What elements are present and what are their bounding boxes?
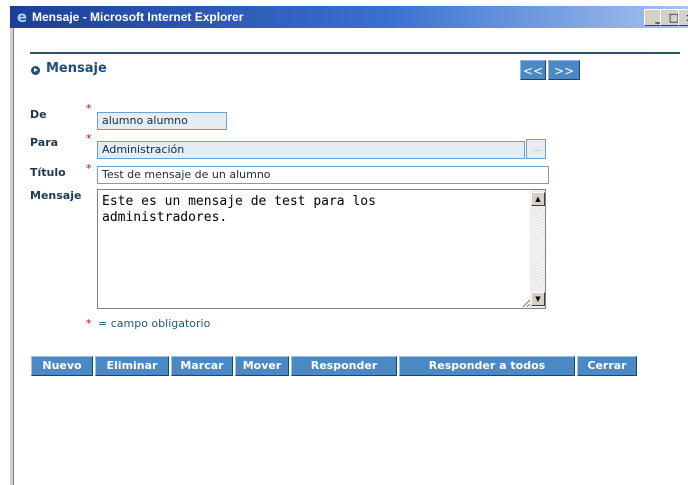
- browse-recipients-button[interactable]: ...: [526, 139, 546, 159]
- eliminar-button[interactable]: Eliminar: [95, 356, 169, 376]
- mensaje-scrollbar[interactable]: ▲ ▼: [530, 189, 546, 309]
- marcar-button[interactable]: Marcar: [171, 356, 233, 376]
- required-mark: *: [86, 162, 92, 175]
- scroll-up-icon[interactable]: ▲: [531, 192, 545, 206]
- next-message-button[interactable]: >>: [548, 60, 580, 80]
- required-legend: = campo obligatorio: [98, 317, 211, 330]
- mover-button[interactable]: Mover: [235, 356, 289, 376]
- required-legend-mark: *: [86, 317, 92, 330]
- mensaje-label: Mensaje: [30, 189, 82, 202]
- page-title: Mensaje: [46, 61, 107, 76]
- window-frame: [10, 28, 14, 485]
- window-titlebar: e Mensaje - Microsoft Internet Explorer …: [10, 6, 688, 28]
- cerrar-button[interactable]: Cerrar: [577, 356, 637, 376]
- de-label: De: [30, 108, 47, 121]
- responder-button[interactable]: Responder: [291, 356, 397, 376]
- scroll-down-icon[interactable]: ▼: [531, 292, 545, 306]
- responder-todos-button[interactable]: Responder a todos: [399, 356, 575, 376]
- close-window-button[interactable]: x: [678, 9, 688, 26]
- para-label: Para: [30, 136, 59, 149]
- previous-message-button[interactable]: <<: [520, 60, 546, 80]
- required-mark: *: [86, 132, 92, 145]
- titulo-input[interactable]: Test de mensaje de un alumno: [97, 166, 549, 184]
- window-title: Mensaje - Microsoft Internet Explorer: [32, 10, 244, 24]
- nuevo-button[interactable]: Nuevo: [31, 356, 93, 376]
- de-field: alumno alumno: [97, 112, 227, 130]
- mensaje-textarea[interactable]: Este es un mensaje de test para los admi…: [97, 189, 531, 309]
- header-divider: [30, 52, 680, 54]
- titulo-label: Título: [30, 166, 66, 179]
- para-field[interactable]: Administración: [97, 141, 525, 159]
- required-mark: *: [86, 102, 92, 115]
- ie-icon: e: [16, 8, 28, 26]
- play-bullet-icon: [31, 66, 40, 75]
